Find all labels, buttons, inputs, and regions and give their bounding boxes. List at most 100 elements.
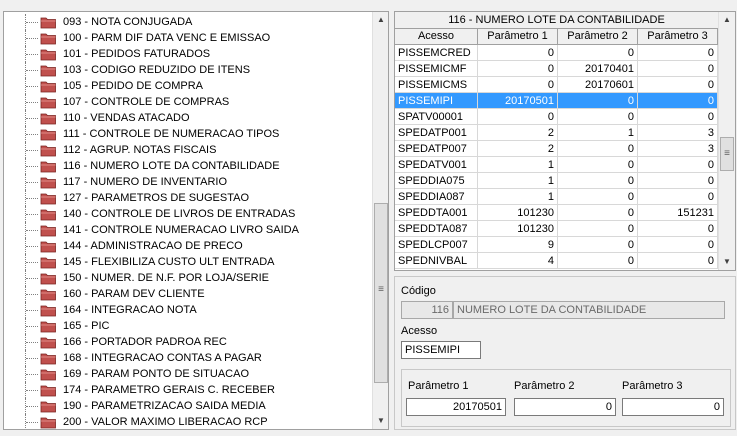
grid-cell: 0 — [558, 237, 638, 253]
scroll-down-arrow-icon[interactable]: ▼ — [373, 413, 388, 429]
tree-item[interactable]: 145 - FLEXIBILIZA CUSTO ULT ENTRADA — [4, 254, 372, 270]
grid-cell: SPEDDIA075 — [395, 173, 478, 189]
grid-row[interactable]: PISSEMICMS 0 20170601 0 — [395, 77, 718, 93]
tree-scrollbar[interactable]: ▲ ≡ ▼ — [372, 12, 388, 429]
folder-icon — [40, 385, 56, 397]
tree-item[interactable]: 111 - CONTROLE DE NUMERACAO TIPOS — [4, 126, 372, 142]
grid-cell: 151231 — [638, 205, 718, 221]
tree-connector — [26, 422, 38, 423]
grid-cell: SPEDATP001 — [395, 125, 478, 141]
tree-connector — [26, 358, 38, 359]
tree-item[interactable]: 164 - INTEGRACAO NOTA — [4, 302, 372, 318]
grid-scrollbar[interactable]: ▲ ≡ ▼ — [718, 12, 735, 270]
tree-item[interactable]: 117 - NUMERO DE INVENTARIO — [4, 174, 372, 190]
grid-cell: 1 — [478, 189, 558, 205]
tree-item[interactable]: 166 - PORTADOR PADROA REC — [4, 334, 372, 350]
tree-connector — [26, 278, 38, 279]
grid-cell: SPEDNIVBAL — [395, 253, 478, 269]
scroll-up-arrow-icon[interactable]: ▲ — [373, 12, 388, 28]
grid-cell: 0 — [558, 221, 638, 237]
tree-item[interactable]: 190 - PARAMETRIZACAO SAIDA MEDIA — [4, 398, 372, 414]
tree-item[interactable]: 174 - PARAMETRO GERAIS C. RECEBER — [4, 382, 372, 398]
grid-column-header[interactable]: Parâmetro 3 — [638, 29, 718, 45]
tree-connector — [26, 54, 38, 55]
grid-scroll-thumb[interactable]: ≡ — [720, 137, 734, 171]
grid-row[interactable]: PISSEMCRED 0 0 0 — [395, 45, 718, 61]
grid-row[interactable]: SPEDATP007 2 0 3 — [395, 141, 718, 157]
tree-item[interactable]: 168 - INTEGRACAO CONTAS A PAGAR — [4, 350, 372, 366]
param2-input[interactable]: 0 — [514, 398, 616, 416]
scroll-down-arrow-icon[interactable]: ▼ — [719, 254, 735, 270]
grid-row[interactable]: SPEDDIA075 1 0 0 — [395, 173, 718, 189]
grid-cell: SPEDDTA087 — [395, 221, 478, 237]
tree-item[interactable]: 105 - PEDIDO DE COMPRA — [4, 78, 372, 94]
tree-item[interactable]: 150 - NUMER. DE N.F. POR LOJA/SERIE — [4, 270, 372, 286]
param1-input[interactable]: 20170501 — [406, 398, 506, 416]
grid-cell: 0 — [478, 45, 558, 61]
grid-row[interactable]: SPEDDTA087 101230 0 0 — [395, 221, 718, 237]
grid-row[interactable]: SPEDLCP007 9 0 0 — [395, 237, 718, 253]
tree-item[interactable]: 116 - NUMERO LOTE DA CONTABILIDADE — [4, 158, 372, 174]
tree-item[interactable]: 093 - NOTA CONJUGADA — [4, 14, 372, 30]
tree-item[interactable]: 112 - AGRUP. NOTAS FISCAIS — [4, 142, 372, 158]
tree-item[interactable]: 160 - PARAM DEV CLIENTE — [4, 286, 372, 302]
tree-item-label: 166 - PORTADOR PADROA REC — [63, 336, 227, 348]
tree-item[interactable]: 127 - PARAMETROS DE SUGESTAO — [4, 190, 372, 206]
folder-icon — [40, 33, 56, 45]
tree-item[interactable]: 141 - CONTROLE NUMERACAO LIVRO SAIDA — [4, 222, 372, 238]
grid-row[interactable]: SPEDDIA087 1 0 0 — [395, 189, 718, 205]
tree-connector — [26, 150, 38, 151]
grid-cell: 0 — [638, 61, 718, 77]
grid-body: PISSEMCRED 0 0 0 PISSEMICMF 0 20170401 0 PISSEMI… — [395, 45, 718, 270]
grid-row[interactable]: SPEDATV001 1 0 0 — [395, 157, 718, 173]
tree-item-label: 144 - ADMINISTRACAO DE PRECO — [63, 240, 243, 252]
tree-item[interactable]: 144 - ADMINISTRACAO DE PRECO — [4, 238, 372, 254]
parameter-grid[interactable]: 116 - NUMERO LOTE DA CONTABILIDADE Acess… — [394, 11, 736, 271]
folder-icon — [40, 257, 56, 269]
tree-connector — [26, 198, 38, 199]
tree-connector — [26, 342, 38, 343]
tree-item-label: 103 - CODIGO REDUZIDO DE ITENS — [63, 64, 251, 76]
tree-item[interactable]: 169 - PARAM PONTO DE SITUACAO — [4, 366, 372, 382]
tree-item-label: 117 - NUMERO DE INVENTARIO — [63, 176, 228, 188]
tree-item[interactable]: 100 - PARM DIF DATA VENC E EMISSAO — [4, 30, 372, 46]
tree-connector — [26, 86, 38, 87]
grid-cell: 2 — [478, 141, 558, 157]
folder-icon — [40, 401, 56, 413]
grid-column-header[interactable]: Parâmetro 2 — [558, 29, 638, 45]
grid-row[interactable]: PISSEMIPI 20170501 0 0 — [395, 93, 718, 109]
tree-item[interactable]: 107 - CONTROLE DE COMPRAS — [4, 94, 372, 110]
grid-cell: 1 — [478, 173, 558, 189]
tree-item[interactable]: 140 - CONTROLE DE LIVROS DE ENTRADAS — [4, 206, 372, 222]
param3-input[interactable]: 0 — [622, 398, 724, 416]
parameter-tree[interactable]: 093 - NOTA CONJUGADA 100 - PARM DIF DATA … — [3, 11, 389, 430]
tree-item[interactable]: 165 - PIC — [4, 318, 372, 334]
tree-item[interactable]: 200 - VALOR MAXIMO LIBERACAO RCP — [4, 414, 372, 429]
grid-column-header[interactable]: Parâmetro 1 — [478, 29, 558, 45]
acesso-input[interactable]: PISSEMIPI — [401, 341, 481, 359]
tree-item-label: 168 - INTEGRACAO CONTAS A PAGAR — [63, 352, 262, 364]
folder-icon — [40, 289, 56, 301]
tree-item-label: 150 - NUMER. DE N.F. POR LOJA/SERIE — [63, 272, 269, 284]
tree-item[interactable]: 101 - PEDIDOS FATURADOS — [4, 46, 372, 62]
tree-connector — [26, 230, 38, 231]
grid-row[interactable]: SPATV00001 0 0 0 — [395, 109, 718, 125]
grid-row[interactable]: PISSEMICMF 0 20170401 0 — [395, 61, 718, 77]
descricao-field: NUMERO LOTE DA CONTABILIDADE — [453, 301, 725, 319]
tree-scroll-thumb[interactable]: ≡ — [374, 203, 388, 383]
grid-cell: 1 — [558, 125, 638, 141]
tree-item-label: 100 - PARM DIF DATA VENC E EMISSAO — [63, 32, 271, 44]
param2-label: Parâmetro 2 — [514, 380, 575, 392]
acesso-label: Acesso — [401, 325, 438, 337]
grid-cell: 20170401 — [558, 61, 638, 77]
grid-column-header[interactable]: Acesso — [395, 29, 478, 45]
grid-cell: PISSEMCRED — [395, 45, 478, 61]
tree-item[interactable]: 110 - VENDAS ATACADO — [4, 110, 372, 126]
grid-cell: SPEDATP007 — [395, 141, 478, 157]
grid-row[interactable]: SPEDATP001 2 1 3 — [395, 125, 718, 141]
grid-row[interactable]: SPEDNIVBAL 4 0 0 — [395, 253, 718, 269]
tree-item-label: 110 - VENDAS ATACADO — [63, 112, 190, 124]
tree-item[interactable]: 103 - CODIGO REDUZIDO DE ITENS — [4, 62, 372, 78]
grid-row[interactable]: SPEDDTA001 101230 0 151231 — [395, 205, 718, 221]
scroll-up-arrow-icon[interactable]: ▲ — [719, 12, 735, 28]
